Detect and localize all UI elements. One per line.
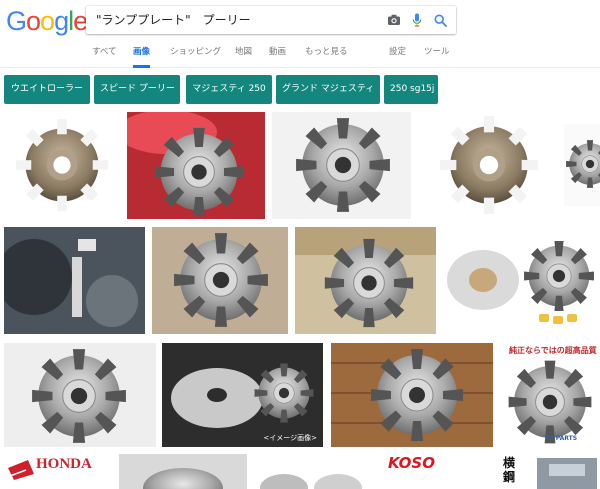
image-result[interactable]: <イメージ画像> xyxy=(162,343,323,447)
image-kanji-text: 横 鋼 xyxy=(503,456,516,484)
image-result[interactable] xyxy=(564,124,600,206)
image-result[interactable] xyxy=(295,227,436,334)
honda-brand-text: HONDA xyxy=(36,456,92,472)
tab-more[interactable]: もっと見る xyxy=(305,40,348,68)
chip-weight-roller[interactable]: ウエイトローラー xyxy=(4,75,90,104)
camera-icon[interactable] xyxy=(386,12,402,28)
image-result[interactable] xyxy=(418,112,557,219)
image-result[interactable]: KOSO xyxy=(378,454,470,489)
search-tabs: すべて 画像 ショッピング 地図 動画 もっと見る 設定 ツール xyxy=(0,40,600,68)
image-result[interactable] xyxy=(4,227,145,334)
logo-letter: g xyxy=(54,6,69,36)
koso-brand-text: KOSO xyxy=(388,454,435,472)
chip-250-sg15j[interactable]: 250 sg15j xyxy=(384,75,438,104)
image-result[interactable] xyxy=(152,227,288,334)
tab-tools[interactable]: ツール xyxy=(424,40,450,68)
tab-settings[interactable]: 設定 xyxy=(389,40,406,68)
search-input[interactable]: "ランププレート" プーリー xyxy=(96,6,251,34)
image-result[interactable] xyxy=(127,112,265,219)
logo-letter: G xyxy=(6,6,27,36)
image-result[interactable] xyxy=(254,454,371,489)
google-logo[interactable]: Google xyxy=(6,6,88,37)
tab-shopping[interactable]: ショッピング xyxy=(170,40,221,68)
image-result[interactable] xyxy=(4,343,156,447)
image-result[interactable] xyxy=(4,112,120,219)
tab-maps[interactable]: 地図 xyxy=(235,40,252,68)
header: Google "ランププレート" プーリー すべて 画像 ショッピング 地図 動… xyxy=(0,0,600,68)
image-caption: <イメージ画像> xyxy=(263,434,317,442)
chip-majesty-250[interactable]: マジェスティ 250 xyxy=(186,75,272,104)
microphone-icon[interactable] xyxy=(409,12,425,28)
image-result[interactable]: HONDA xyxy=(4,454,112,489)
image-result[interactable]: 横 鋼 xyxy=(497,454,600,489)
logo-letter: o xyxy=(40,6,55,36)
image-result[interactable] xyxy=(272,112,411,219)
image-result[interactable] xyxy=(331,343,493,447)
image-banner-text: 純正ならではの超高品質 xyxy=(509,346,597,355)
tab-videos[interactable]: 動画 xyxy=(269,40,286,68)
tab-images[interactable]: 画像 xyxy=(133,40,151,68)
chip-speed-pulley[interactable]: スピード プーリー xyxy=(94,75,180,104)
search-icon[interactable] xyxy=(432,12,448,28)
image-brand-text: YS PARTS xyxy=(545,435,578,442)
search-box[interactable]: "ランププレート" プーリー xyxy=(86,6,456,34)
image-result[interactable] xyxy=(119,454,247,489)
tab-all[interactable]: すべて xyxy=(92,40,117,68)
chip-grand-majesty[interactable]: グランド マジェスティ xyxy=(276,75,380,104)
image-result[interactable] xyxy=(443,232,600,336)
logo-letter: o xyxy=(26,6,41,36)
image-result[interactable]: 純正ならではの超高品質 YS PARTS xyxy=(501,343,600,447)
related-searches-chips: ウエイトローラー スピード プーリー マジェスティ 250 グランド マジェステ… xyxy=(0,70,600,110)
